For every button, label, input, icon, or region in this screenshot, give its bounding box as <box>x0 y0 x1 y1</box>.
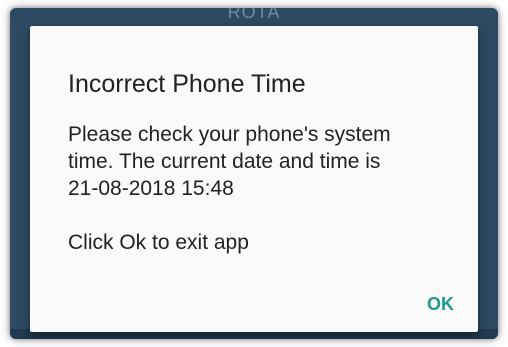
dialog-message: Please check your phone's system time. T… <box>68 123 391 254</box>
app-screen: ROTA Incorrect Phone Time Please check y… <box>10 8 498 339</box>
dialog-title: Incorrect Phone Time <box>68 70 306 98</box>
alert-dialog: Incorrect Phone Time Please check your p… <box>30 26 478 332</box>
background-app-title: ROTA <box>227 8 281 22</box>
ok-button[interactable]: OK <box>421 290 460 319</box>
